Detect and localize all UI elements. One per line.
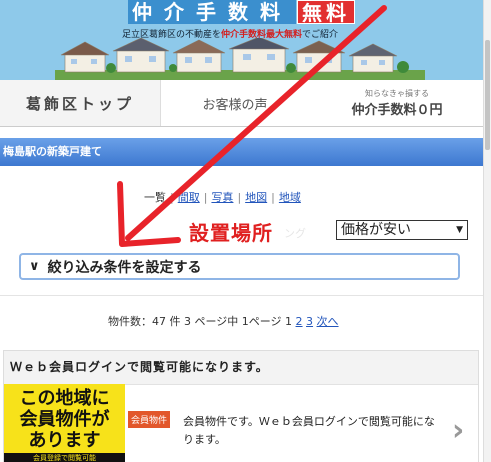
view-switcher: 一覧 | 間取 | 写真 | 地図 | 地域 bbox=[144, 189, 301, 205]
member-image-bar: 会員登録で閲覧可能 bbox=[4, 453, 125, 462]
section-title: 梅島駅の新築戸建て bbox=[0, 138, 484, 166]
sort-select[interactable]: 価格が安い ▼ bbox=[336, 220, 468, 240]
page-2-link[interactable]: 2 bbox=[296, 315, 303, 328]
nav-item-top[interactable]: 葛飾区トップ bbox=[0, 80, 161, 126]
pagination: 物件数：47 件 3 ページ中 1ページ 1 2 3 次へ bbox=[108, 313, 339, 329]
filter-label: 絞り込み条件を設定する bbox=[47, 259, 202, 276]
divider bbox=[0, 295, 484, 296]
chevron-down-icon: ∨ bbox=[29, 259, 40, 274]
pagination-summary: 物件数：47 件 3 ページ中 1ページ 1 bbox=[108, 315, 293, 328]
sort-selected-value: 価格が安い bbox=[341, 222, 411, 238]
filter-toggle-button[interactable]: ∨ 絞り込み条件を設定する bbox=[19, 253, 460, 280]
member-listing-description: 会員物件です。Ｗｅｂ会員ログインで閲覧可能になります。 bbox=[183, 415, 435, 446]
member-image-text: この地域に 会員物件が あります bbox=[4, 384, 125, 451]
member-image-line: あります bbox=[28, 430, 101, 451]
page: 仲介手数料 無料 足立区葛飾区の不動産を仲介手数料最大無料でご紹介 葛飾区トップ… bbox=[0, 0, 484, 462]
site-banner[interactable]: 仲介手数料 無料 足立区葛飾区の不動産を仲介手数料最大無料でご紹介 bbox=[0, 0, 484, 80]
member-image-line: この地域に bbox=[19, 388, 110, 409]
vertical-scrollbar[interactable] bbox=[483, 0, 491, 462]
member-listing-image: この地域に 会員物件が あります 会員登録で閲覧可能 bbox=[4, 384, 125, 462]
view-separator: | bbox=[237, 191, 242, 204]
dropdown-caret-icon: ▼ bbox=[456, 225, 463, 235]
member-listing-card[interactable]: Ｗｅｂ会員ログインで閲覧可能になります。 この地域に 会員物件が あります 会員… bbox=[3, 350, 479, 462]
nav-item-fee[interactable]: 知らなきゃ損する 仲介手数料０円 bbox=[310, 80, 484, 126]
view-separator: | bbox=[170, 191, 174, 204]
view-separator: | bbox=[271, 191, 275, 204]
nav-item-customer-voice[interactable]: お客様の声 bbox=[160, 80, 310, 126]
view-separator: | bbox=[203, 191, 208, 204]
view-photo-link[interactable]: 写真 bbox=[211, 191, 233, 204]
scrollbar-thumb[interactable] bbox=[485, 40, 490, 150]
site-title: 仲介手数料 bbox=[128, 0, 296, 24]
top-nav: 葛飾区トップ お客様の声 知らなきゃ損する 仲介手数料０円 bbox=[0, 80, 484, 127]
nav-fee-label: 仲介手数料０円 bbox=[351, 103, 443, 118]
next-page-link[interactable]: 次へ bbox=[317, 315, 339, 328]
member-badge: 会員物件 bbox=[128, 411, 171, 428]
member-listing-header: Ｗｅｂ会員ログインで閲覧可能になります。 bbox=[4, 351, 478, 385]
view-map-link[interactable]: 地図 bbox=[245, 191, 267, 204]
site-title-free: 無料 bbox=[297, 0, 355, 25]
ghost-text: ング bbox=[284, 227, 306, 240]
view-area-link[interactable]: 地域 bbox=[279, 191, 301, 204]
location-annotation: 設置場所 bbox=[189, 221, 273, 245]
houses-illustration bbox=[55, 38, 425, 80]
site-logo: 仲介手数料 無料 bbox=[128, 0, 355, 25]
view-floorplan-link[interactable]: 間取 bbox=[178, 191, 200, 204]
member-image-line: 会員物件が bbox=[19, 409, 110, 430]
nav-fee-caption: 知らなきゃ損する bbox=[365, 89, 429, 98]
chevron-right-icon[interactable]: › bbox=[452, 413, 464, 448]
page-3-link[interactable]: 3 bbox=[306, 315, 313, 328]
view-list[interactable]: 一覧 bbox=[144, 191, 166, 204]
